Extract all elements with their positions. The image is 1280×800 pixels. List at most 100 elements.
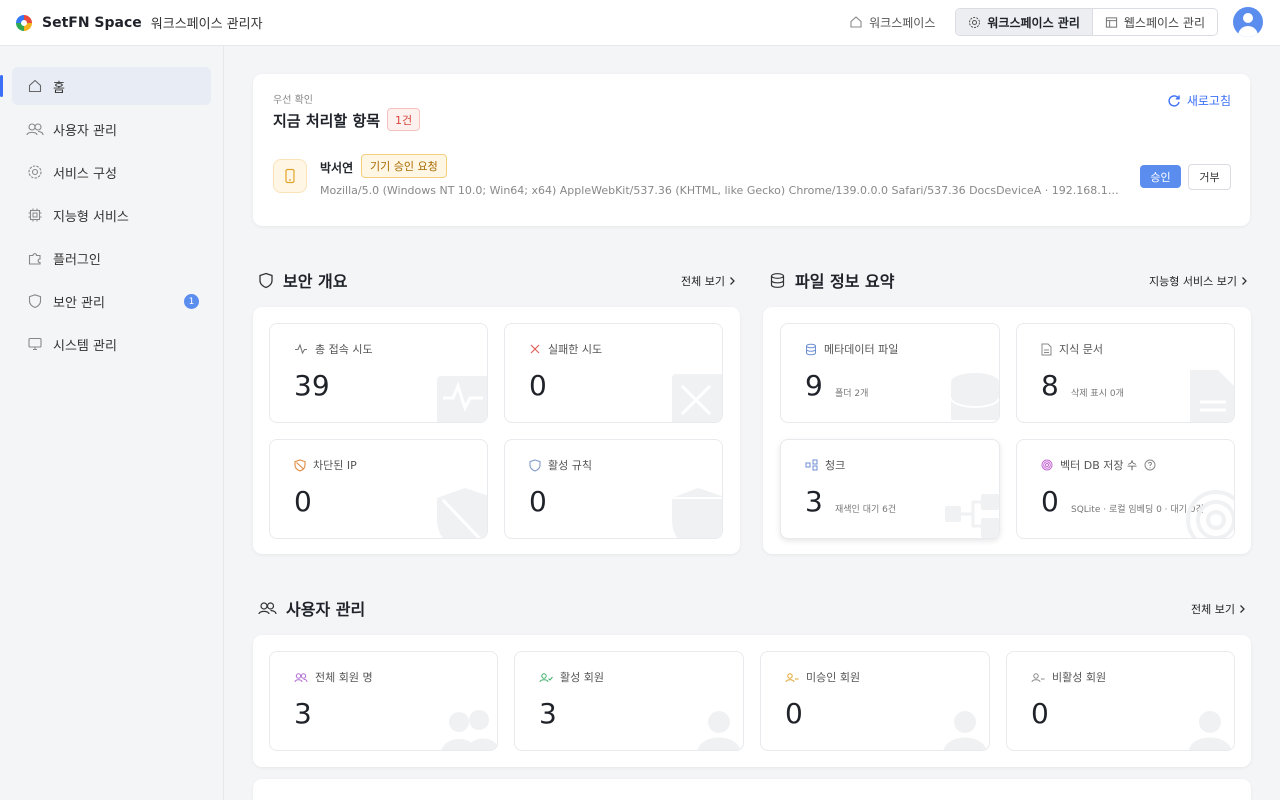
fingerprint-watermark-icon	[1186, 490, 1234, 538]
logo-icon	[16, 14, 32, 31]
files-section-title: 파일 정보 요약	[769, 268, 894, 292]
logo[interactable]: SetFN Space	[16, 14, 142, 31]
stat-active-members[interactable]: 활성 회원 3	[514, 651, 744, 751]
stat-value: 0	[1041, 485, 1059, 518]
users-card: 전체 회원 명 3 활성 회원 3 미승인 회원 0 비활성 회원 0	[253, 635, 1251, 767]
security-card: 총 접속 시도 39 실패한 시도 0 차단된 IP 0 활성 규칙 0	[253, 307, 740, 554]
security-view-all-link[interactable]: 전체 보기	[681, 273, 736, 289]
stat-label: 전체 회원 명	[294, 669, 373, 685]
chip-icon	[26, 206, 44, 224]
database-icon	[770, 272, 785, 288]
security-title: 보안 개요	[283, 272, 348, 291]
pending-eyebrow: 우선 확인	[273, 95, 313, 106]
stat-subtext: 폴더 2개	[835, 389, 869, 399]
top-bar: SetFN Space 워크스페이스 관리자 워크스페이스 워크스페이스 관리 …	[0, 0, 1280, 46]
sidebar-item-system[interactable]: 시스템 관리	[12, 325, 211, 363]
stat-subtext: 삭제 표시 0개	[1071, 389, 1124, 399]
stat-failed-attempts[interactable]: 실패한 시도 0	[504, 323, 723, 423]
user-watermark-icon	[943, 711, 987, 750]
shield-icon	[26, 292, 44, 310]
pending-count-badge: 1건	[387, 108, 421, 131]
stat-label-text: 활성 규칙	[548, 459, 592, 472]
x-icon	[530, 344, 540, 354]
stat-label-text: 차단된 IP	[313, 459, 357, 472]
tab-workspace-admin[interactable]: 워크스페이스 관리	[956, 9, 1093, 35]
request-type-tag: 기기 승인 요청	[361, 154, 447, 178]
sidebar-item-users[interactable]: 사용자 관리	[12, 110, 211, 148]
stat-value: 0	[1031, 697, 1049, 730]
app-title: 워크스페이스 관리자	[150, 17, 263, 32]
stat-value: 9	[805, 369, 823, 402]
users-view-all-label: 전체 보기	[1191, 603, 1235, 616]
activity-icon	[295, 343, 307, 355]
stat-vector-db[interactable]: 벡터 DB 저장 수 0 SQLite · 로컬 임베딩 0 · 대기 0건	[1016, 439, 1235, 539]
brand-name: SetFN Space	[42, 14, 142, 31]
sidebar-item-label: 서비스 구성	[53, 166, 117, 182]
workspace-link[interactable]: 워크스페이스	[839, 8, 945, 36]
sidebar-item-label: 홈	[53, 80, 65, 96]
users-icon	[294, 672, 308, 682]
stat-pending-members[interactable]: 미승인 회원 0	[760, 651, 990, 751]
refresh-button[interactable]: 새로고침	[1167, 92, 1231, 109]
chevron-right-icon	[1241, 277, 1247, 285]
approve-button[interactable]: 승인	[1140, 165, 1181, 188]
stat-inactive-members[interactable]: 비활성 회원 0	[1006, 651, 1235, 751]
stat-label: 벡터 DB 저장 수	[1041, 457, 1156, 473]
refresh-label: 새로고침	[1186, 94, 1231, 108]
stat-value: 3	[539, 697, 557, 730]
sidebar-item-security[interactable]: 보안 관리 1	[12, 282, 211, 320]
sidebar-item-label: 시스템 관리	[53, 338, 117, 354]
stat-label-text: 메타데이터 파일	[824, 343, 899, 356]
stat-label: 총 접속 시도	[294, 341, 373, 357]
stat-value: 0	[529, 369, 547, 402]
user-watermark-icon	[697, 711, 741, 750]
gear-icon	[26, 163, 44, 181]
stat-label-text: 비활성 회원	[1052, 671, 1107, 684]
sidebar-item-plugin[interactable]: 플러그인	[12, 239, 211, 277]
chunk-icon	[805, 459, 818, 471]
avatar[interactable]	[1233, 7, 1263, 37]
admin-segment: 워크스페이스 관리 웹스페이스 관리	[955, 8, 1218, 36]
main-content: 우선 확인 지금 처리할 항목 1건 새로고침 박서연 기기 승인 요청 Moz…	[224, 46, 1280, 800]
stat-value: 3	[294, 697, 312, 730]
blocked-shield-watermark-icon	[437, 488, 487, 538]
files-view-link[interactable]: 지능형 서비스 보기	[1149, 273, 1248, 289]
sidebar-item-intelligent-service[interactable]: 지능형 서비스	[12, 196, 211, 234]
document-watermark-icon	[1190, 370, 1234, 422]
sidebar-item-service-config[interactable]: 서비스 구성	[12, 153, 211, 191]
help-icon[interactable]	[1144, 459, 1156, 471]
chevron-right-icon	[1240, 605, 1245, 613]
stat-label: 실패한 시도	[529, 341, 602, 357]
stat-chunks[interactable]: 청크 3 재색인 대기 6건	[780, 439, 1000, 539]
stat-value: 0	[529, 485, 547, 518]
database-icon	[806, 343, 816, 355]
blocked-shield-icon	[294, 458, 306, 472]
users-view-all-link[interactable]: 전체 보기	[1191, 601, 1246, 617]
stat-metadata-files[interactable]: 메타데이터 파일 9 폴더 2개	[780, 323, 1000, 423]
pending-title: 지금 처리할 항목	[273, 112, 381, 130]
reject-button[interactable]: 거부	[1188, 164, 1231, 190]
tab-webspace-admin[interactable]: 웹스페이스 관리	[1092, 9, 1217, 35]
stat-label-text: 총 접속 시도	[315, 343, 373, 356]
shield-watermark-icon	[672, 488, 722, 538]
sidebar-item-home[interactable]: 홈	[0, 67, 211, 105]
stat-total-members[interactable]: 전체 회원 명 3	[269, 651, 498, 751]
users-watermark-icon	[441, 710, 497, 750]
stat-value: 3	[805, 485, 823, 518]
stat-label-text: 전체 회원 명	[315, 671, 373, 684]
stat-knowledge-docs[interactable]: 지식 문서 8 삭제 표시 0개	[1016, 323, 1235, 423]
stat-label-text: 청크	[825, 459, 846, 472]
stat-label: 지식 문서	[1041, 341, 1103, 357]
files-card: 메타데이터 파일 9 폴더 2개 지식 문서 8 삭제 표시 0개 청크 3 재…	[763, 307, 1251, 554]
stat-label: 활성 회원	[539, 669, 604, 685]
stat-active-rules[interactable]: 활성 규칙 0	[504, 439, 723, 539]
stat-total-attempts[interactable]: 총 접속 시도 39	[269, 323, 488, 423]
stat-subtext: 재색인 대기 6건	[835, 505, 897, 515]
pending-card: 우선 확인 지금 처리할 항목 1건 새로고침 박서연 기기 승인 요청 Moz…	[253, 74, 1250, 226]
stat-blocked-ip[interactable]: 차단된 IP 0	[269, 439, 488, 539]
stat-label: 비활성 회원	[1031, 669, 1106, 685]
home-icon	[850, 16, 862, 28]
stat-label: 메타데이터 파일	[805, 341, 898, 357]
stat-label: 청크	[805, 457, 845, 473]
sidebar-item-label: 사용자 관리	[53, 123, 117, 139]
